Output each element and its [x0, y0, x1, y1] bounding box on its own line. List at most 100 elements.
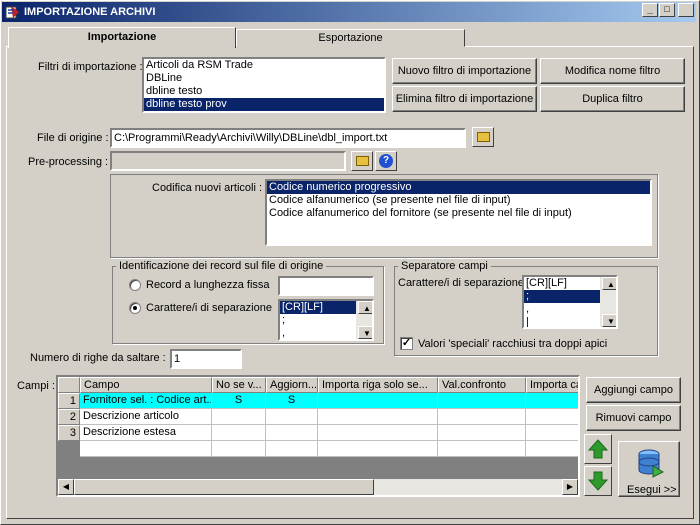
separator-label: Carattere/i di separazione — [146, 302, 272, 314]
browse-origin-button[interactable] — [472, 127, 494, 147]
ident-separator-list[interactable]: [CR][LF] ; , ▲ ▼ — [278, 299, 374, 341]
duplicate-filter-button[interactable]: Duplica filtro — [540, 86, 685, 112]
help-button[interactable]: ? — [375, 151, 397, 171]
column-header[interactable]: No se v... — [212, 377, 266, 393]
fixed-length-radio[interactable] — [129, 279, 141, 291]
table-cell[interactable] — [438, 409, 526, 425]
list-item[interactable]: Codice numerico progressivo — [267, 181, 650, 194]
title-bar[interactable]: IMPORTAZIONE ARCHIVI — [2, 2, 696, 22]
help-icon: ? — [379, 154, 393, 168]
scroll-up-icon[interactable]: ▲ — [602, 277, 616, 290]
table-cell[interactable] — [212, 425, 266, 441]
filters-list[interactable]: Articoli da RSM Trade DBLine dbline test… — [142, 57, 386, 113]
fixed-length-input[interactable] — [278, 276, 374, 296]
delete-filter-button[interactable]: Elimina filtro di importazione — [392, 86, 537, 112]
minimize-button[interactable]: _ — [642, 3, 658, 17]
maximize-button[interactable]: □ — [659, 3, 675, 17]
table-cell[interactable] — [318, 441, 438, 457]
origin-file-input[interactable]: C:\Programmi\Ready\Archivi\Willy\DBLine\… — [110, 128, 466, 148]
list-item[interactable]: dbline testo prov — [144, 98, 384, 111]
table-cell[interactable] — [318, 393, 438, 409]
row-number: 2 — [58, 409, 80, 425]
origin-label: File di origine : — [37, 132, 109, 144]
table-cell[interactable] — [526, 409, 578, 425]
table-cell[interactable]: Descrizione estesa — [80, 425, 212, 441]
table-cell[interactable] — [266, 425, 318, 441]
table-cell[interactable] — [526, 425, 578, 441]
scroll-right-icon[interactable]: ▶ — [562, 479, 578, 495]
list-item[interactable]: [CR][LF] — [280, 301, 358, 314]
table-cell[interactable] — [212, 441, 266, 457]
scrollbar[interactable]: ▲ ▼ — [356, 301, 372, 339]
move-up-button[interactable] — [584, 434, 612, 464]
table-cell[interactable] — [438, 441, 526, 457]
tab-importazione[interactable]: Importazione — [8, 27, 236, 48]
fields-grid[interactable]: Campo No se v... Aggiorn... Importa riga… — [56, 375, 580, 497]
folder-icon — [356, 156, 369, 166]
tab-esportazione[interactable]: Esportazione — [236, 29, 465, 47]
codifica-list[interactable]: Codice numerico progressivo Codice alfan… — [265, 179, 652, 246]
table-cell[interactable] — [438, 393, 526, 409]
skip-rows-input[interactable]: 1 — [170, 349, 242, 369]
scrollbar[interactable]: ▲ ▼ — [600, 277, 616, 327]
app-icon — [5, 6, 19, 19]
table-cell[interactable]: S — [212, 393, 266, 409]
run-button[interactable]: Esegui >> — [618, 441, 680, 497]
column-header[interactable]: Val.confronto — [438, 377, 526, 393]
close-button[interactable] — [678, 3, 694, 17]
filters-label: Filtri di importazione : — [38, 61, 143, 73]
ident-title: Identificazione dei record sul file di o… — [116, 260, 327, 272]
table-cell[interactable]: Fornitore sel. : Codice art... — [80, 393, 212, 409]
folder-icon — [477, 132, 490, 142]
horizontal-scrollbar[interactable]: ◀ ▶ — [58, 479, 578, 495]
grid-corner — [58, 377, 80, 393]
preproc-label: Pre-processing : — [28, 156, 109, 168]
rename-filter-button[interactable]: Modifica nome filtro — [540, 58, 685, 84]
column-header[interactable]: Importa ca — [526, 377, 578, 393]
quoted-values-label: Valori 'speciali' racchiusi tra doppi ap… — [418, 338, 608, 350]
scroll-down-icon[interactable]: ▼ — [358, 326, 372, 339]
row-number: 3 — [58, 425, 80, 441]
table-cell[interactable] — [80, 441, 212, 457]
table-cell[interactable] — [266, 409, 318, 425]
scroll-left-icon[interactable]: ◀ — [58, 479, 74, 495]
table-cell[interactable] — [526, 393, 578, 409]
list-item[interactable]: DBLine — [144, 72, 384, 85]
separator-radio[interactable] — [129, 302, 141, 314]
table-cell[interactable] — [438, 425, 526, 441]
table-cell[interactable] — [318, 425, 438, 441]
run-label: Esegui >> — [627, 484, 677, 496]
list-item[interactable]: ; — [524, 290, 602, 303]
row-number: 1 — [58, 393, 80, 409]
list-item[interactable]: dbline testo — [144, 85, 384, 98]
arrow-up-icon — [588, 439, 608, 459]
table-cell[interactable] — [212, 409, 266, 425]
preproc-input[interactable] — [110, 151, 346, 171]
column-header[interactable]: Campo — [80, 377, 212, 393]
database-icon — [638, 449, 665, 478]
add-field-button[interactable]: Aggiungi campo — [586, 377, 681, 403]
table-cell[interactable]: Descrizione articolo — [80, 409, 212, 425]
fields-label: Campi : — [17, 380, 55, 392]
sep-label: Carattere/i di separazione — [398, 277, 524, 289]
table-cell[interactable] — [266, 441, 318, 457]
table-cell[interactable]: S — [266, 393, 318, 409]
quoted-values-checkbox[interactable]: ✓ — [400, 337, 413, 350]
list-item[interactable]: Articoli da RSM Trade — [144, 59, 384, 72]
list-item[interactable]: Codice alfanumerico del fornitore (se pr… — [267, 207, 650, 220]
table-cell[interactable] — [526, 441, 578, 457]
scroll-thumb[interactable] — [74, 479, 374, 495]
column-header[interactable]: Aggiorn... — [266, 377, 318, 393]
table-cell[interactable] — [318, 409, 438, 425]
browse-preproc-button[interactable] — [351, 151, 373, 171]
new-filter-button[interactable]: Nuovo filtro di importazione — [392, 58, 537, 84]
column-header[interactable]: Importa riga solo se... — [318, 377, 438, 393]
remove-field-button[interactable]: Rimuovi campo — [586, 405, 681, 431]
scroll-down-icon[interactable]: ▼ — [602, 314, 616, 327]
scroll-up-icon[interactable]: ▲ — [358, 301, 372, 314]
list-item[interactable]: Codice alfanumerico (se presente nel fil… — [267, 194, 650, 207]
move-down-button[interactable] — [584, 466, 612, 496]
window-title: IMPORTAZIONE ARCHIVI — [24, 6, 156, 18]
sep-list[interactable]: [CR][LF] ; , | ▲ ▼ — [522, 275, 618, 329]
sep-title: Separatore campi — [398, 260, 491, 272]
